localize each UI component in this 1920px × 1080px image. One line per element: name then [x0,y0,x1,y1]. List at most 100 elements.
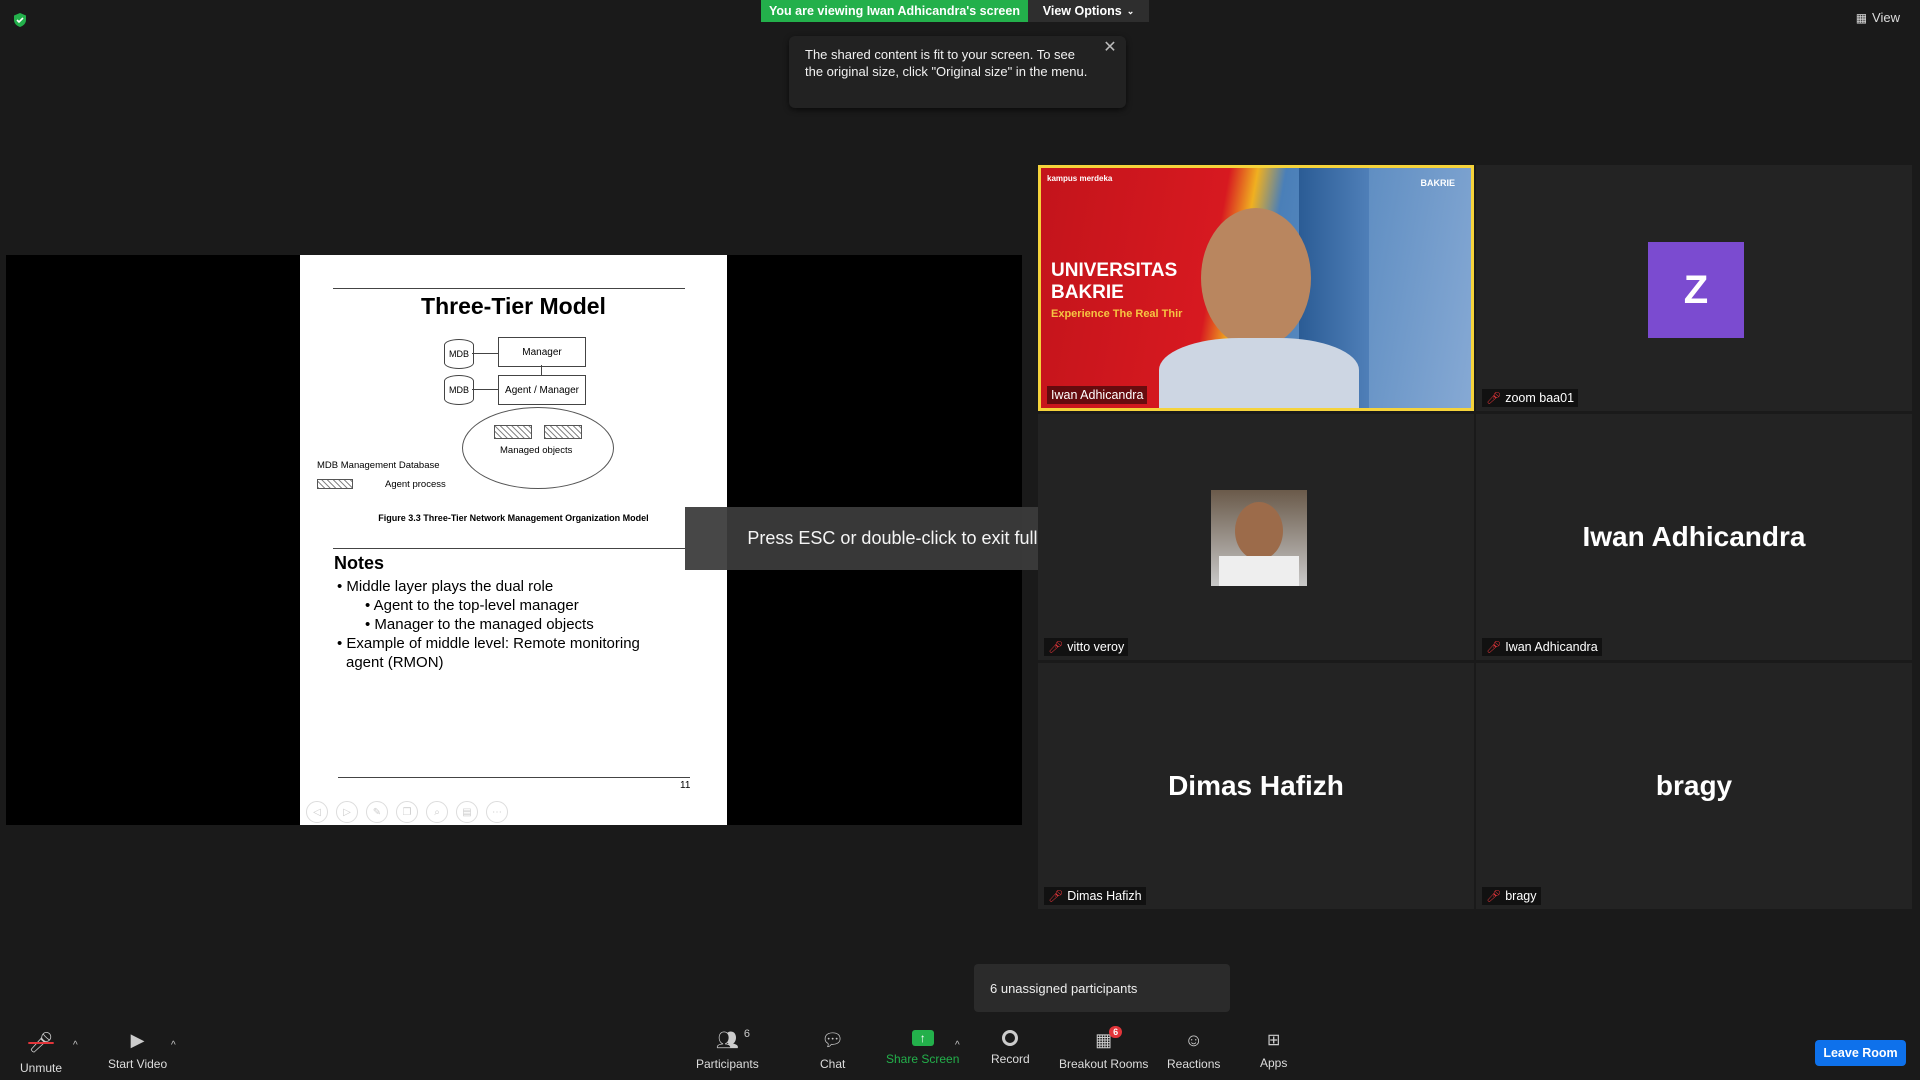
close-icon[interactable]: ✕ [1102,40,1118,56]
record-icon [1002,1030,1019,1046]
previous-icon[interactable]: ◁ [306,801,328,823]
slides-icon[interactable]: ❐ [396,801,418,823]
connector-line [541,365,542,375]
pen-icon[interactable]: ✎ [366,801,388,823]
participant-display-name: bragy [1655,770,1733,801]
mdb-cylinder-top: MDB [444,339,474,369]
photo-face [1235,502,1283,560]
agent-process-block [544,425,582,439]
video-tile-active-speaker[interactable]: kampus merdeka UNIVERSITAS BAKRIE Experi… [1038,165,1474,411]
grid-icon: ▦ [1855,10,1868,25]
note-subitem: • Agent to the top-level manager [365,597,579,614]
mic-muted-icon: 🎤︎ [1048,640,1064,654]
shared-content-tooltip: The shared content is fit to your screen… [789,36,1126,108]
participants-label: Participants [696,1057,759,1071]
video-tile[interactable]: bragy 🎤︎ bragy [1476,663,1912,909]
participant-name-tag: 🎤︎ Dimas Hafizh [1044,887,1146,905]
connector-line [472,353,498,354]
participant-name: vitto veroy [1067,640,1125,654]
unassigned-participants-text: 6 unassigned participants [990,980,1138,996]
agent-process-block [494,425,532,439]
agent-manager-box: Agent / Manager [498,375,586,405]
apps-icon: ⊞ [1266,1032,1281,1049]
participant-name-tag: 🎤︎ Iwan Adhicandra [1482,638,1602,656]
legend-mdb: MDB Management Database [317,460,440,471]
next-icon[interactable]: ▷ [336,801,358,823]
video-off-icon: ▶︎ [130,1030,145,1050]
video-tile[interactable]: Z 🎤︎ zoom baa01 [1476,165,1912,411]
start-video-label: Start Video [108,1057,168,1071]
video-tile[interactable]: Dimas Hafizh 🎤︎ Dimas Hafizh [1038,663,1474,909]
slide-bottom-rule [338,777,690,778]
legend-hatch [317,479,353,489]
viewing-screen-text: You are viewing Iwan Adhicandra's screen [769,4,1020,18]
participants-button[interactable]: 👥︎ 6 Participants [696,1028,759,1071]
share-screen-icon: ↑ [911,1030,934,1046]
university-tagline: Experience The Real Thir [1051,308,1183,320]
participant-photo [1211,490,1307,586]
photo-shirt [1219,556,1299,586]
share-options-caret[interactable]: ^ [955,1040,960,1051]
note-item: • Middle layer plays the dual role [337,578,554,595]
share-screen-label: Share Screen [886,1052,960,1066]
participant-display-name: Dimas Hafizh [1168,770,1344,801]
speaker-face [1201,208,1311,348]
mic-muted-icon: 🎤︎ [1486,889,1502,903]
note-item-continued: agent (RMON) [346,654,444,671]
notes-title: Notes [334,553,385,573]
participant-name: bragy [1505,889,1537,903]
managed-objects-label: Managed objects [500,445,573,456]
start-video-button[interactable]: ▶︎ Start Video [108,1030,167,1071]
participant-name: Iwan Adhicandra [1505,640,1598,654]
leave-room-label: Leave Room [1823,1046,1898,1060]
slide-page-number: 11 [680,780,691,791]
subtitles-icon[interactable]: ▤ [456,801,478,823]
leave-room-button[interactable]: Leave Room [1815,1040,1906,1066]
participant-name-tag: 🎤︎ vitto veroy [1044,638,1129,656]
slide-mid-rule [333,548,685,549]
unassigned-participants-popup[interactable]: 6 unassigned participants [974,964,1230,1012]
unmute-label: Unmute [20,1061,63,1075]
reactions-icon: ☺ [1184,1030,1203,1050]
participants-count: 6 [743,1028,751,1040]
more-icon[interactable]: ⋯ [486,801,508,823]
security-shield-icon[interactable] [12,12,28,28]
zoom-icon[interactable]: ⌕ [426,801,448,823]
chat-label: Chat [820,1057,846,1071]
apps-button[interactable]: ⊞ Apps [1260,1030,1287,1070]
apps-label: Apps [1260,1056,1288,1070]
video-tile[interactable]: Iwan Adhicandra 🎤︎ Iwan Adhicandra [1476,414,1912,660]
video-tile[interactable]: 🎤︎ vitto veroy [1038,414,1474,660]
audio-options-caret[interactable]: ^ [73,1040,78,1051]
shared-slide: Three-Tier Model MDB Manager MDB Agent /… [300,255,727,825]
university-name: UNIVERSITAS BAKRIE [1051,260,1177,304]
note-subitem: • Manager to the managed objects [365,616,594,633]
participants-icon: 👥︎ 6 [715,1028,751,1050]
chat-icon: 💬︎ [821,1030,845,1050]
participant-name: Iwan Adhicandra [1051,388,1144,402]
university-line-2: BAKRIE [1051,282,1124,303]
view-layout-button[interactable]: ▦ View [1856,10,1900,25]
breakout-badge: 6 [1109,1026,1123,1038]
viewing-screen-banner: You are viewing Iwan Adhicandra's screen [761,0,1028,22]
video-options-caret[interactable]: ^ [171,1040,176,1051]
participant-name-tag: 🎤︎ zoom baa01 [1482,389,1579,407]
share-screen-button[interactable]: ↑ Share Screen [886,1030,959,1066]
reactions-button[interactable]: ☺ Reactions [1167,1030,1220,1071]
speaker-video: kampus merdeka UNIVERSITAS BAKRIE Experi… [1041,168,1471,408]
unmute-button[interactable]: 🎤︎ Unmute [20,1030,62,1075]
breakout-rooms-button[interactable]: ▦ 6 Breakout Rooms [1059,1026,1148,1071]
view-label: View [1872,10,1900,25]
mic-muted-icon: 🎤︎ [1486,640,1502,654]
avatar: Z [1648,242,1744,338]
mdb-cylinder-middle: MDB [444,375,474,405]
slide-title: Three-Tier Model [421,293,606,319]
view-options-button[interactable]: View Options ⌄ [1028,0,1149,22]
participant-display-name: Iwan Adhicandra [1582,521,1806,552]
mic-muted-icon: 🎤︎ [1486,391,1502,405]
slide-controls: ◁ ▷ ✎ ❐ ⌕ ▤ ⋯ [306,801,508,823]
chat-button[interactable]: 💬︎ Chat [820,1030,845,1071]
breakout-rooms-icon: ▦ 6 [1095,1026,1123,1051]
record-button[interactable]: Record [991,1030,1030,1066]
record-label: Record [991,1052,1030,1066]
